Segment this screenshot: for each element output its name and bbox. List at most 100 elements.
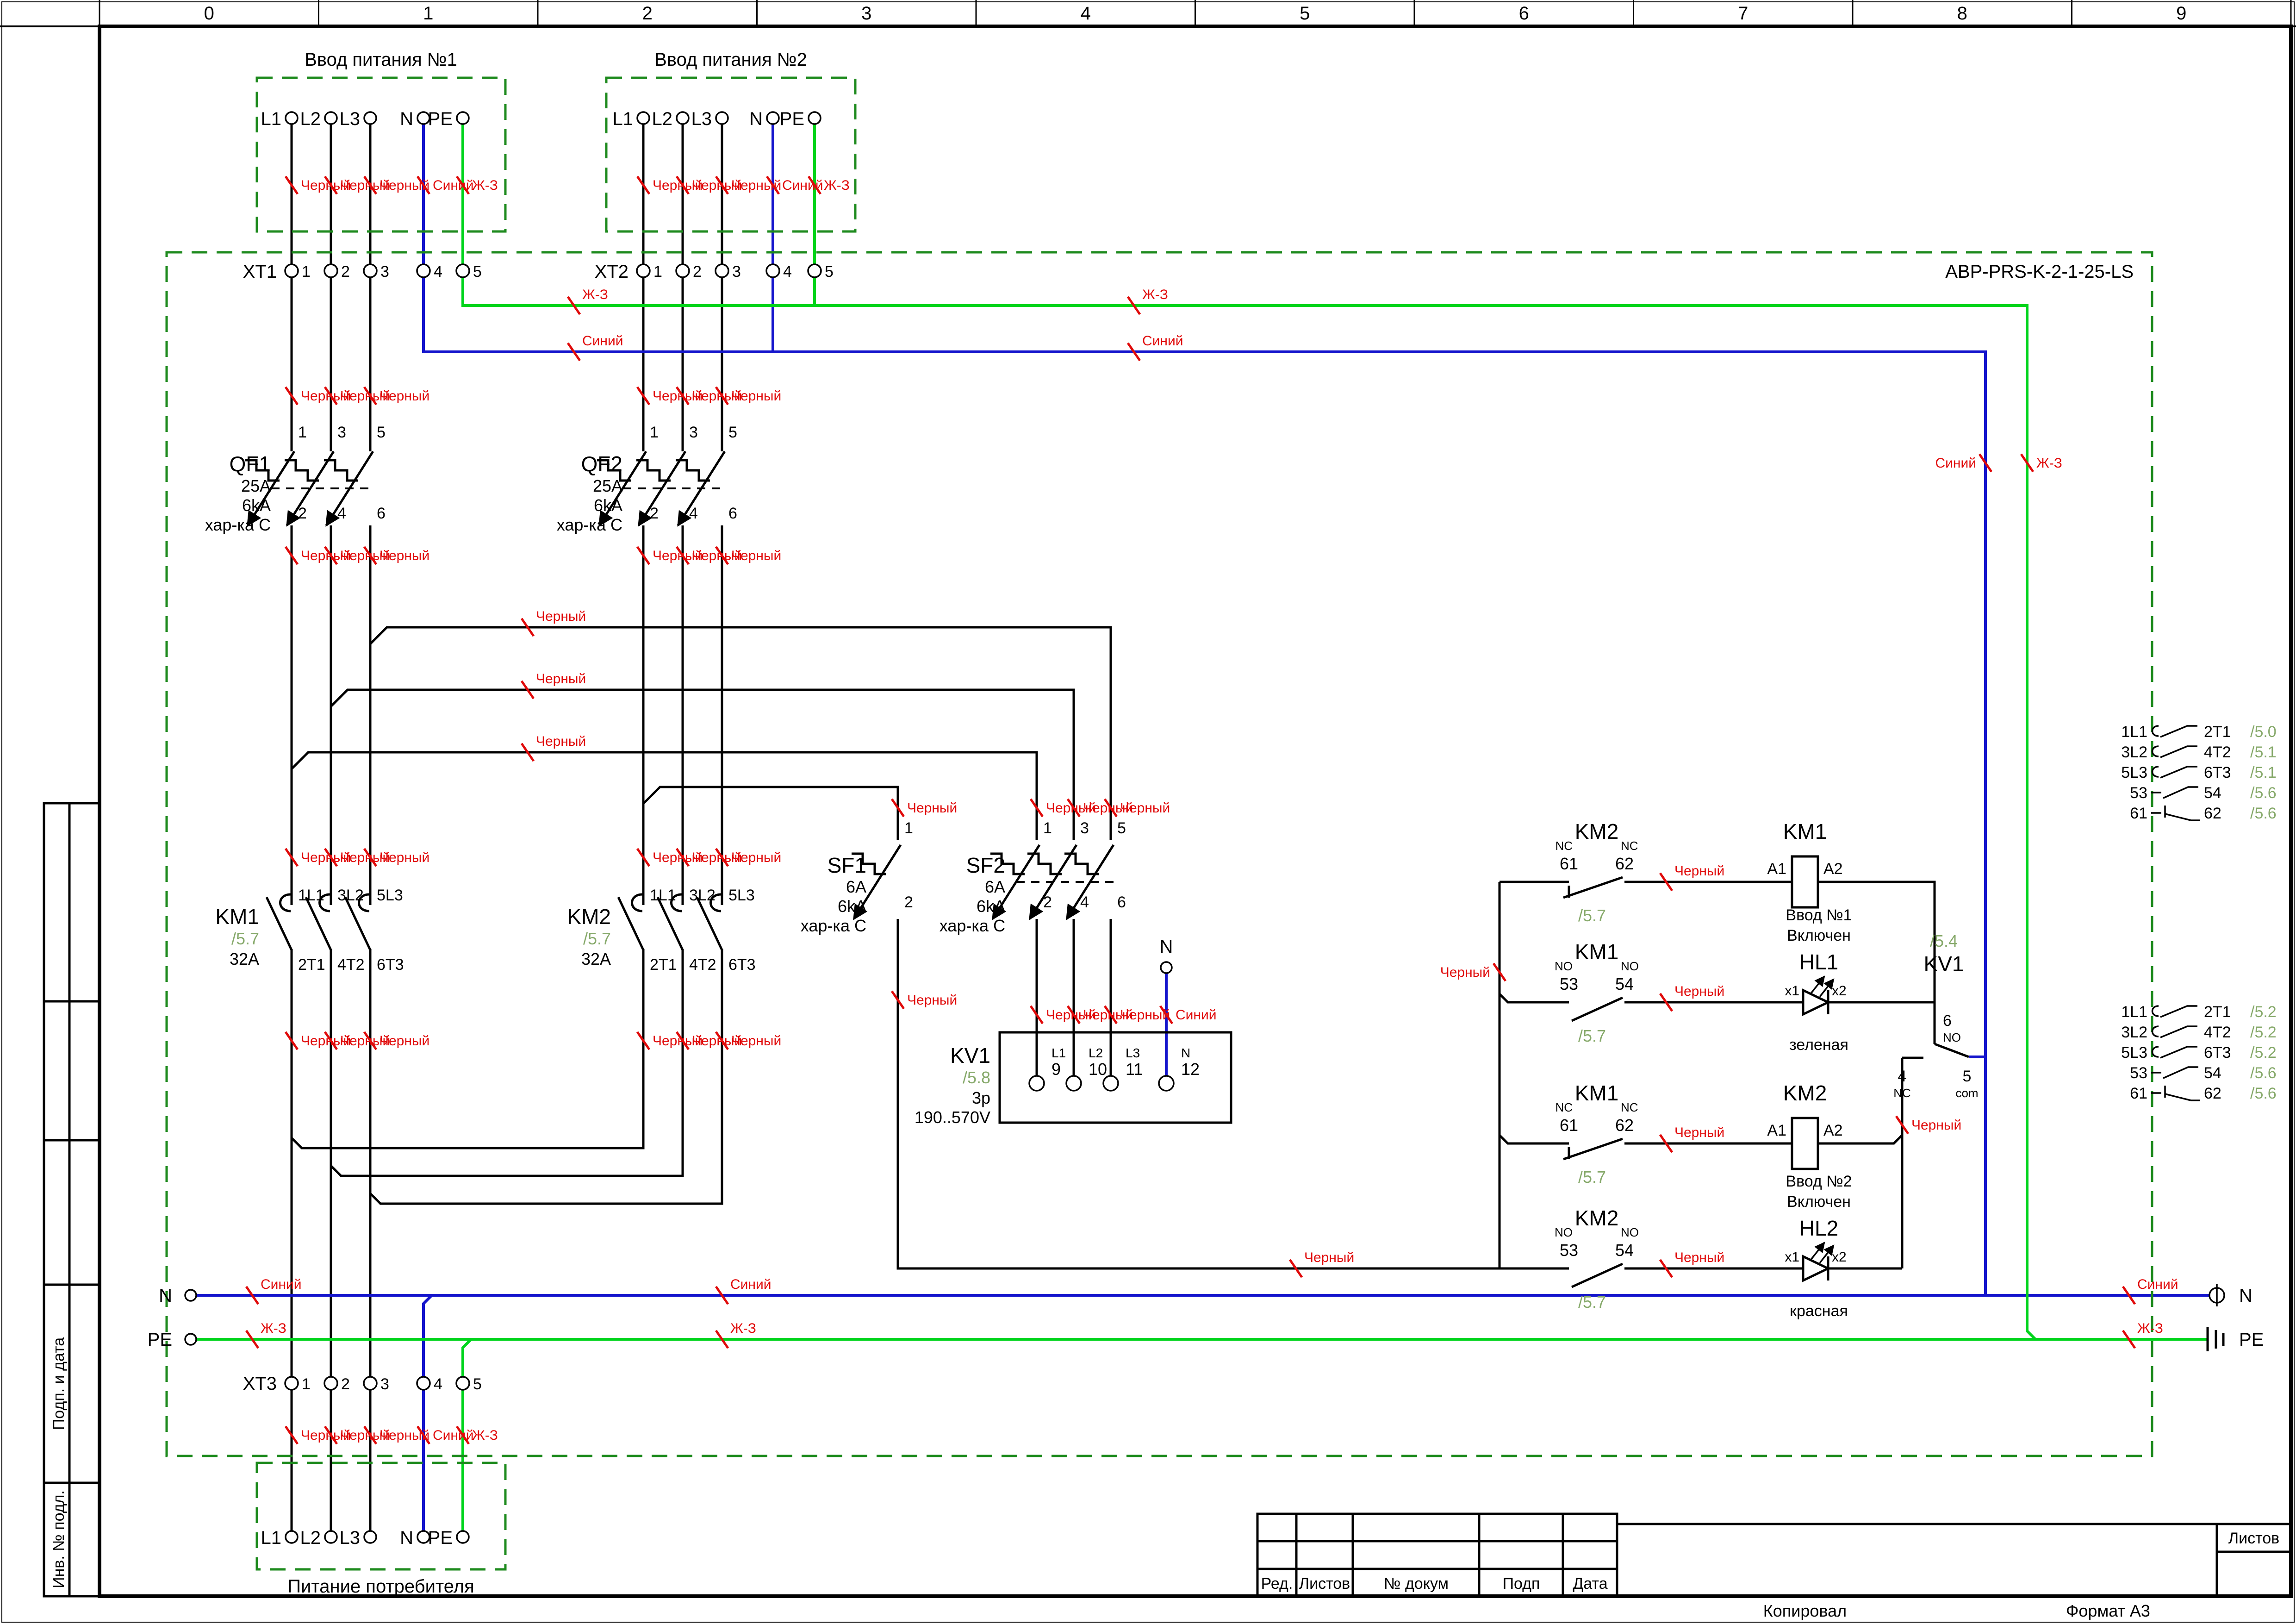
hl1-cap2: Включен	[1787, 927, 1851, 944]
km1-ref-symbol	[2151, 766, 2197, 779]
wire-segment	[1810, 975, 1825, 995]
kv1-term-number: 9	[1052, 1060, 1061, 1079]
consumer-terminal	[456, 1530, 470, 1544]
wire-colour-label: Синий	[261, 1277, 302, 1292]
stamp-podp-i-data: Подп. и дата	[50, 1337, 68, 1430]
avr-enclosure	[165, 251, 2153, 1457]
kv1-t5-type: com	[1955, 1086, 1978, 1100]
input1-box	[255, 76, 507, 233]
xt1-terminal-number: 4	[434, 263, 442, 281]
neutral-wires	[196, 124, 2209, 1531]
km1-contact-terminal-bottom: 6T3	[377, 956, 404, 974]
ruler-number: 0	[204, 3, 214, 24]
wire-segment	[617, 893, 645, 951]
titleblock-col-label: № докум	[1384, 1575, 1449, 1593]
km2-contact-terminal-top: 3L2	[689, 887, 716, 904]
qf1-terminal-top: 1	[298, 424, 307, 441]
xt1-terminal-number: 1	[302, 263, 311, 281]
titleblock-col-label: Дата	[1573, 1575, 1607, 1593]
pe-wires	[196, 124, 2208, 1531]
km1-coil-name: KM1	[1783, 819, 1827, 843]
qf1-terminal-top: 5	[377, 424, 386, 441]
xt3-terminal-number: 3	[380, 1375, 389, 1393]
km2-coil-a2: A2	[1823, 1122, 1843, 1139]
wire-colour-label: Черный	[536, 671, 586, 687]
wire-colour-label: Черный	[731, 850, 781, 865]
wire-segment	[1802, 1255, 1831, 1282]
xt3-terminal-number: 4	[434, 1375, 442, 1393]
sf2-terminal-top: 3	[1080, 819, 1089, 837]
input2-terminal	[715, 111, 729, 125]
kv1-aux-name: KV1	[1924, 952, 1964, 976]
wire-segment	[422, 1294, 433, 1531]
stamp-inv-no: Инв. № подл.	[50, 1490, 68, 1588]
shape: Черный Черный Черный Синий Ж-З Черный Черный Че…	[245, 175, 2178, 1445]
wire-colour-label: Ж-З	[472, 178, 498, 193]
km2-ref-right: 6T3	[2204, 1044, 2231, 1062]
wire-colour-label: Черный	[1911, 1118, 1961, 1133]
km1-ref-right: 4T2	[2204, 743, 2231, 761]
kv1-n-node-label: N	[1160, 937, 1173, 957]
wire-colour-label: Черный	[380, 1033, 429, 1049]
wire-segment	[1563, 876, 1623, 899]
wire-colour-label: Черный	[1674, 863, 1724, 879]
wire-colour-label: Черный	[731, 1033, 781, 1049]
kv1-aux-ref: /5.4	[1930, 931, 1958, 950]
km2-ref-left: 1L1	[2121, 1003, 2147, 1021]
km1-contact-terminal-bottom: 2T1	[298, 956, 325, 974]
rung1-t1: 61	[1560, 854, 1578, 873]
ruler-number: 5	[1300, 3, 1310, 24]
ruler-number: 8	[1957, 3, 1967, 24]
hl2-x2: x2	[1832, 1249, 1847, 1265]
wire-colour-label: Ж-З	[261, 1321, 286, 1336]
km2-ref-symbol	[2151, 1025, 2197, 1038]
titleblock-col-label: Листов	[1299, 1575, 1350, 1593]
input1-terminal	[285, 111, 299, 125]
neutral-node	[1160, 961, 1173, 974]
hl2-lamp	[1802, 1242, 1835, 1282]
sheets-label: Листов	[2228, 1530, 2279, 1547]
km1-coil-a1: A1	[1767, 860, 1786, 878]
xt3-terminal	[363, 1376, 378, 1391]
wire-segment	[291, 949, 645, 1149]
qf2-curve: хар-ка C	[557, 515, 622, 534]
km2-ref-symbol	[2151, 1066, 2198, 1079]
sf1-t2: 2	[904, 893, 913, 911]
wire-colour-label: Черный	[380, 388, 429, 404]
kv1-name: KV1	[950, 1043, 990, 1068]
xt1-terminal-number: 3	[380, 263, 389, 281]
title-block: Ред. Листов № докум Подп Дата Листов Копиров…	[1256, 1512, 2292, 1620]
n-input-label: N	[159, 1286, 172, 1306]
left-stamp: Подп. и дата Инв. № подл.	[43, 802, 101, 1598]
consumer-terminal-label: L2	[300, 1528, 321, 1548]
box	[1791, 855, 1819, 909]
shape: 1L1 2T1/5.0 3L2 4T2/5.1 5L3 6T3/5.1 53 54/5.6 61…	[2121, 723, 2276, 1102]
terminal	[1158, 1075, 1175, 1092]
km2-contact-terminal-bottom: 2T1	[650, 956, 677, 974]
format-label: Формат А3	[2066, 1601, 2150, 1620]
km2-ref-right: 4T2	[2204, 1024, 2231, 1041]
input1-terminal-label: L1	[261, 109, 282, 129]
consumer-terminal	[324, 1530, 338, 1544]
xt1-terminal	[363, 263, 378, 278]
input1-terminal	[324, 111, 338, 125]
km2-nc-aux	[1563, 876, 1623, 899]
pe-output-terminal	[2206, 1327, 2225, 1351]
wire-colour-label: Синий	[2137, 1277, 2178, 1292]
wire-colour-label: Черный	[1674, 1125, 1724, 1140]
kv1-term-line: L1	[1052, 1046, 1066, 1060]
km2-ref-left: 53	[2130, 1064, 2147, 1082]
input2-terminal	[808, 111, 821, 125]
xt2-terminal-number: 4	[783, 263, 792, 281]
km1-ref-right: 62	[2204, 805, 2221, 822]
sf2-terminal-bottom: 6	[1117, 893, 1126, 911]
kv1-term-line: L2	[1089, 1046, 1103, 1060]
n-output-terminal	[2209, 1284, 2225, 1306]
input1-terminal-label: PE	[428, 109, 453, 129]
consumer-terminal-label: L3	[340, 1528, 361, 1548]
qf2-terminal-bottom: 2	[650, 505, 659, 522]
rung2-contact-name: KM1	[1575, 940, 1619, 964]
km1-ref-symbol	[2151, 725, 2197, 738]
xt1-terminal-number: 5	[473, 263, 482, 281]
xt1-terminal	[455, 263, 470, 278]
